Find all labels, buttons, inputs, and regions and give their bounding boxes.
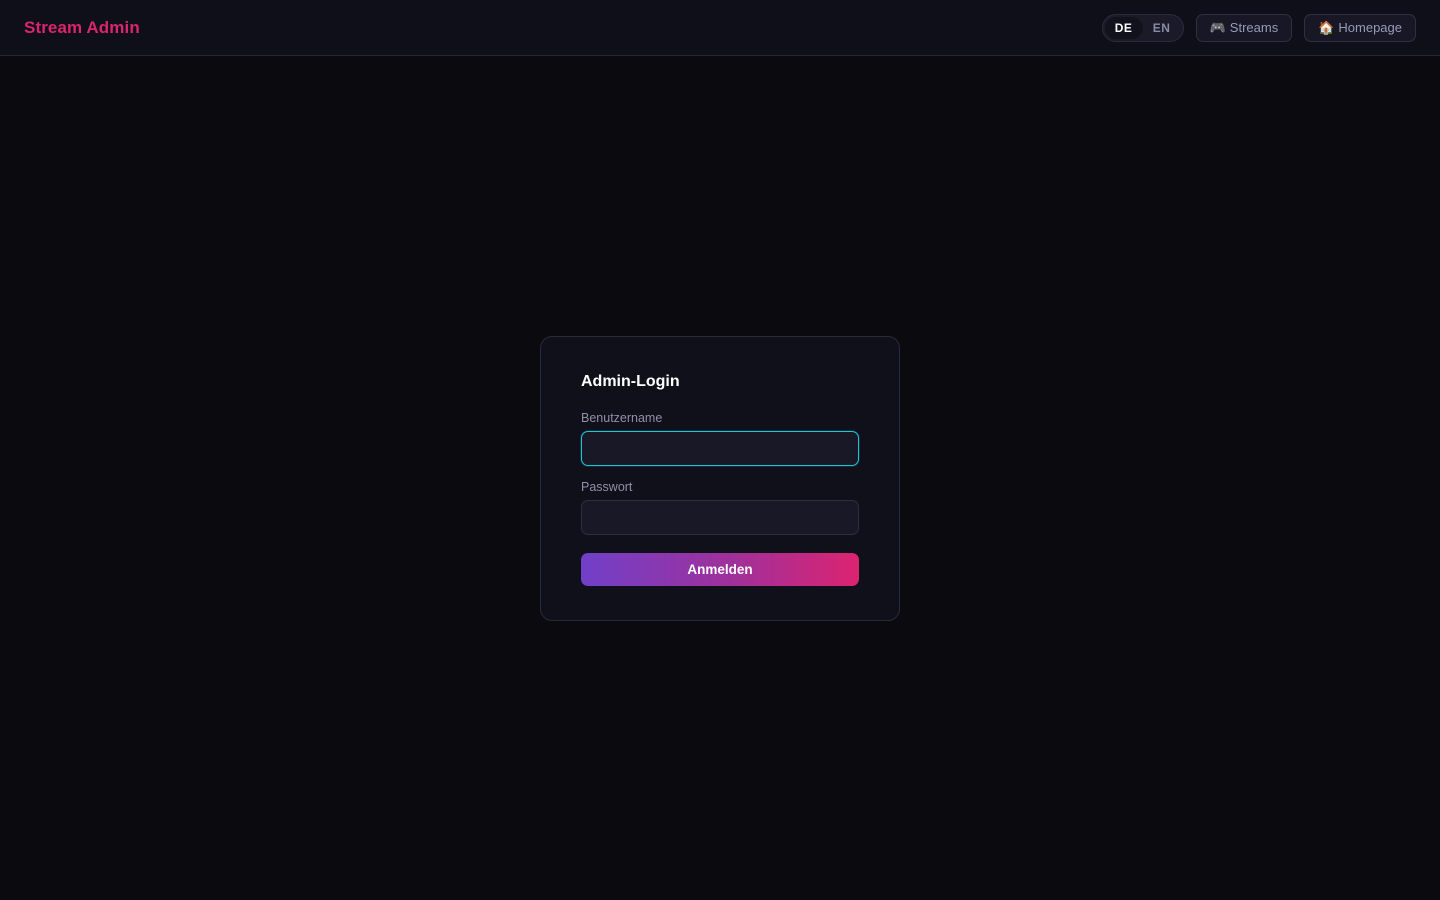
brand-title: Stream Admin (24, 17, 140, 37)
login-title: Admin-Login (581, 373, 680, 390)
streams-label: Streams (1229, 20, 1279, 35)
username-group: Benutzername (581, 411, 859, 466)
language-en-button[interactable]: EN (1143, 17, 1181, 39)
homepage-button[interactable]: 🏠 Homepage (1304, 13, 1416, 42)
login-submit-button[interactable]: Anmelden (581, 553, 859, 586)
top-bar: Stream Admin DE EN 🎮 Streams 🏠 Homepage (0, 0, 1440, 56)
streams-button[interactable]: 🎮 Streams (1195, 13, 1293, 42)
login-card: Admin-Login Benutzername Passwort Anmeld… (540, 336, 900, 621)
house-icon: 🏠 (1318, 20, 1335, 35)
password-group: Passwort (581, 480, 859, 535)
language-switch: DE EN (1101, 13, 1184, 42)
password-label: Passwort (581, 480, 633, 494)
top-actions: DE EN 🎮 Streams 🏠 Homepage (1101, 13, 1416, 42)
username-input[interactable] (581, 431, 859, 466)
language-de-button[interactable]: DE (1104, 16, 1143, 39)
password-input[interactable] (581, 500, 859, 535)
gamepad-icon: 🎮 (1209, 20, 1226, 35)
username-label: Benutzername (581, 411, 663, 425)
homepage-label: Homepage (1338, 20, 1402, 35)
